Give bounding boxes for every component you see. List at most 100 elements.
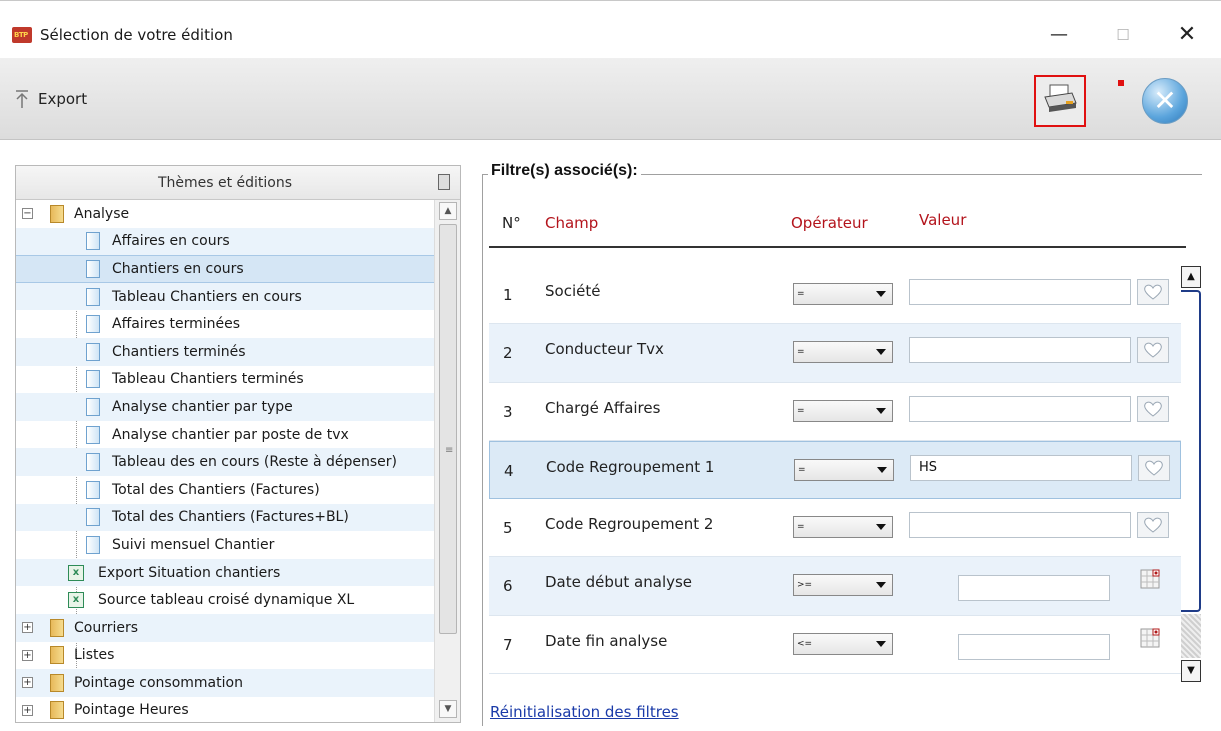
chevron-down-icon [876, 291, 886, 297]
tree-scroll-thumb[interactable]: ≡ [439, 224, 457, 634]
tree-item-label: Total des Chantiers (Factures) [112, 481, 320, 498]
filter-scrollbar[interactable]: ▲ ▼ [1181, 266, 1203, 684]
filter-field-label: Date fin analyse [545, 631, 668, 650]
upload-arrow-icon [14, 89, 30, 109]
expand-icon[interactable]: + [22, 622, 33, 634]
heart-picker-icon[interactable] [1138, 454, 1170, 481]
tree-item[interactable]: Total des Chantiers (Factures+BL) [16, 503, 434, 532]
clipboard-icon[interactable] [438, 174, 450, 190]
tree-item[interactable]: Affaires terminées [16, 310, 434, 338]
calendar-icon[interactable] [1139, 567, 1163, 591]
heart-picker-icon[interactable] [1137, 279, 1169, 305]
document-icon [86, 232, 100, 251]
filter-number: 6 [503, 577, 513, 596]
tree-item-label: Chantiers en cours [112, 260, 244, 277]
tree-item-label: Pointage Heures [74, 702, 189, 719]
tree-item-label: Chantiers terminés [112, 343, 246, 360]
title-bar: BTP Sélection de votre édition — ☐ ✕ [0, 0, 1221, 58]
close-circle-button[interactable]: ✕ [1142, 78, 1188, 124]
tree-item[interactable]: Total des Chantiers (Factures) [16, 476, 434, 504]
tree-scroll-up-button[interactable]: ▲ [439, 202, 457, 220]
date-input[interactable] [958, 575, 1110, 602]
tree-item[interactable]: Analyse chantier par type [16, 393, 434, 421]
filter-field-label: Chargé Affaires [545, 398, 661, 417]
filter-field-label: Code Regroupement 2 [545, 515, 714, 534]
document-icon [86, 453, 100, 472]
tree-item[interactable]: Chantiers en cours [16, 255, 434, 283]
operator-dropdown[interactable]: = [793, 399, 893, 422]
reset-filters-link[interactable]: Réinitialisation des filtres [490, 703, 679, 721]
app-icon-text: BTP [14, 31, 28, 39]
export-button[interactable]: Export [14, 87, 87, 111]
tree-item[interactable]: + Pointage Heures [16, 697, 434, 722]
filter-scroll-up-button[interactable]: ▲ [1181, 266, 1201, 288]
filter-scroll-down-button[interactable]: ▼ [1181, 660, 1201, 682]
tree-item-label: Courriers [74, 619, 139, 636]
operator-dropdown[interactable]: = [793, 341, 893, 364]
tree-item-label: Analyse [74, 205, 130, 222]
value-input[interactable]: HS [910, 454, 1132, 481]
expand-icon[interactable]: + [22, 704, 33, 716]
operator-dropdown[interactable]: >= [793, 574, 893, 597]
folder-icon [50, 618, 64, 637]
chevron-down-icon [876, 407, 886, 414]
operator-dropdown[interactable]: = [793, 283, 893, 305]
tree-item[interactable]: Analyse chantier par poste de tvx [16, 421, 434, 449]
tree-item-label: Source tableau croisé dynamique XL [98, 592, 355, 609]
tree-item[interactable]: + Listes [16, 642, 434, 670]
heart-picker-icon[interactable] [1137, 512, 1169, 539]
status-marker [1118, 80, 1124, 86]
tree-item[interactable]: x Export Situation chantiers [16, 558, 434, 587]
value-input[interactable] [909, 395, 1131, 422]
tree-item[interactable]: + Pointage consommation [16, 669, 434, 697]
document-icon [86, 259, 100, 278]
tree-item[interactable]: + Courriers [16, 613, 434, 642]
operator-dropdown[interactable]: <= [793, 632, 893, 655]
tree-item[interactable]: Tableau Chantiers terminés [16, 366, 434, 394]
tree-header: Thèmes et éditions [16, 166, 460, 200]
window-title: Sélection de votre édition [40, 26, 233, 44]
filter-number: 1 [503, 286, 513, 304]
filter-row: 2 Conducteur Tvx = [489, 324, 1181, 383]
tree-item[interactable]: Affaires en cours [16, 227, 434, 256]
expand-icon[interactable]: + [22, 649, 33, 661]
value-input[interactable] [909, 337, 1131, 364]
operator-dropdown[interactable]: = [794, 458, 894, 481]
operator-value: = [797, 289, 805, 299]
document-icon [86, 535, 100, 554]
expand-icon[interactable]: + [22, 677, 33, 689]
collapse-icon[interactable]: − [22, 208, 33, 220]
filter-scroll-thumb[interactable] [1181, 290, 1201, 612]
tree-item[interactable]: x Source tableau croisé dynamique XL [16, 586, 434, 614]
tree-scrollbar[interactable]: ▲ ≡ ▼ [434, 200, 460, 722]
toolbar: Export ✕ [0, 58, 1221, 140]
document-icon [86, 370, 100, 389]
value-input[interactable] [909, 512, 1131, 539]
heart-picker-icon[interactable] [1137, 337, 1169, 364]
value-input[interactable] [909, 279, 1131, 305]
heart-picker-icon[interactable] [1137, 395, 1169, 422]
tree-item[interactable]: Chantiers terminés [16, 337, 434, 366]
tree-item[interactable]: − Analyse [16, 200, 434, 228]
tree-item[interactable]: Tableau Chantiers en cours [16, 282, 434, 311]
print-button[interactable] [1034, 75, 1086, 127]
operator-dropdown[interactable]: = [793, 516, 893, 539]
header-divider [489, 246, 1186, 248]
tree-item[interactable]: Suivi mensuel Chantier [16, 531, 434, 559]
tree-item-label: Affaires terminées [112, 316, 241, 333]
filter-scroll-track[interactable] [1181, 614, 1201, 658]
minimize-button[interactable]: — [1036, 17, 1082, 53]
maximize-button[interactable]: ☐ [1100, 17, 1146, 53]
filter-field-label: Société [545, 282, 601, 300]
tree-scroll-down-button[interactable]: ▼ [439, 700, 457, 718]
window-close-button[interactable]: ✕ [1164, 17, 1210, 53]
chevron-down-icon [876, 524, 886, 531]
tree-item-label: Tableau Chantiers en cours [112, 288, 302, 305]
column-header-champ: Champ [545, 214, 599, 232]
operator-value: = [798, 464, 806, 475]
tree-item[interactable]: Tableau des en cours (Reste à dépenser) [16, 448, 434, 476]
column-header-valeur: Valeur [919, 211, 967, 229]
filter-row: 6 Date début analyse >= [489, 557, 1181, 616]
date-input[interactable] [958, 633, 1110, 660]
calendar-icon[interactable] [1139, 626, 1163, 650]
